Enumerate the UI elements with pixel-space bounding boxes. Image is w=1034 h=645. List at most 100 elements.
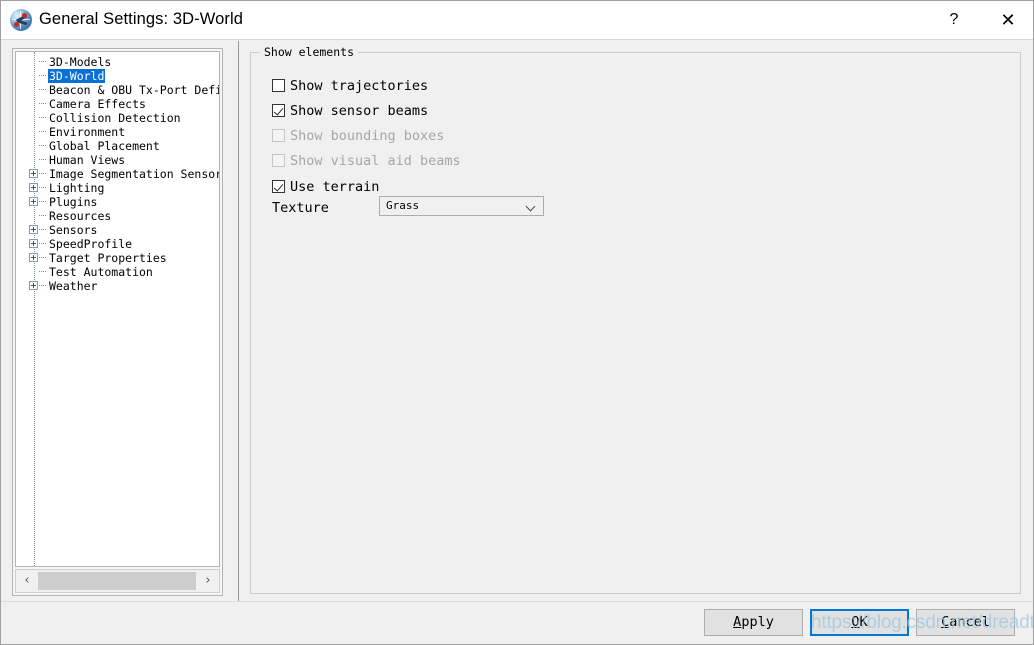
expand-plus-icon[interactable] [29, 225, 38, 234]
tree-connector [39, 103, 46, 105]
checkbox-show-trajectories[interactable]: Show trajectories [272, 77, 428, 95]
settings-tree-panel: 3D-Models 3D-World Beacon & OBU Tx-Port … [12, 48, 223, 596]
tree-item-camera-effects[interactable]: Camera Effects [16, 97, 219, 111]
checkbox-show-sensor-beams[interactable]: Show sensor beams [272, 102, 428, 120]
tree-item-label: Target Properties [49, 251, 167, 265]
ok-button[interactable]: OK [810, 609, 909, 636]
window-title: General Settings: 3D-World [39, 10, 244, 28]
tree-connector [39, 89, 46, 91]
apply-button[interactable]: Apply [704, 609, 803, 636]
tree-item-label: Camera Effects [49, 97, 146, 111]
checkbox-label: Show visual aid beams [290, 153, 461, 169]
checkbox-label: Use terrain [290, 179, 380, 195]
tree-item-human-views[interactable]: Human Views [16, 153, 219, 167]
tree-item-3d-models[interactable]: 3D-Models [16, 55, 219, 69]
tree-item-label: Global Placement [49, 139, 160, 153]
checkbox-use-terrain[interactable]: Use terrain [272, 178, 379, 196]
texture-dropdown[interactable]: Grass [379, 196, 544, 216]
globe-3d-icon [10, 9, 32, 31]
close-button[interactable]: ✕ [985, 1, 1031, 39]
settings-tree[interactable]: 3D-Models 3D-World Beacon & OBU Tx-Port … [15, 51, 220, 567]
tree-connector [39, 75, 46, 77]
texture-label: Texture [272, 200, 329, 216]
tree-connector [39, 243, 46, 245]
tree-item-label: Image Segmentation Sensor [49, 167, 220, 181]
checkbox-show-visual-aid-beams: Show visual aid beams [272, 152, 461, 170]
tree-item-lighting[interactable]: Lighting [16, 181, 219, 195]
expand-plus-icon[interactable] [29, 169, 38, 178]
tree-connector [39, 61, 46, 63]
tree-item-weather[interactable]: Weather [16, 279, 219, 293]
tree-connector [39, 187, 46, 189]
tree-horizontal-scrollbar[interactable]: ‹ › [15, 569, 220, 593]
tree-connector [39, 201, 46, 203]
checkbox-box-icon[interactable] [272, 79, 285, 92]
tree-item-beacon-obu[interactable]: Beacon & OBU Tx-Port Definitio [16, 83, 219, 97]
settings-dialog: General Settings: 3D-World ? ✕ 3D-Models… [0, 0, 1034, 645]
tree-item-label: Collision Detection [49, 111, 181, 125]
show-elements-title: Show elements [260, 45, 359, 59]
tree-item-3d-world[interactable]: 3D-World [16, 69, 219, 83]
tree-connector [39, 145, 46, 147]
checkbox-label: Show sensor beams [290, 103, 429, 119]
tree-items-list: 3D-Models 3D-World Beacon & OBU Tx-Port … [16, 55, 219, 293]
title-bar: General Settings: 3D-World ? ✕ [1, 1, 1033, 40]
tree-connector [39, 271, 46, 273]
tree-connector [39, 117, 46, 119]
tree-item-sensors[interactable]: Sensors [16, 223, 219, 237]
tree-item-speedprofile[interactable]: SpeedProfile [16, 237, 219, 251]
tree-item-label: Lighting [49, 181, 105, 195]
scrollbar-thumb[interactable] [38, 572, 196, 590]
expand-plus-icon[interactable] [29, 239, 38, 248]
tree-connector [39, 173, 46, 175]
tree-item-environment[interactable]: Environment [16, 125, 219, 139]
scroll-left-icon[interactable]: ‹ [16, 570, 38, 592]
checkbox-box-icon [272, 154, 285, 167]
expand-plus-icon[interactable] [29, 183, 38, 192]
tree-item-label: 3D-Models [49, 55, 112, 69]
tree-item-target-properties[interactable]: Target Properties [16, 251, 219, 265]
panel-splitter[interactable] [238, 41, 239, 603]
ok-rest: K [859, 614, 868, 630]
checkbox-show-bounding-boxes: Show bounding boxes [272, 127, 444, 145]
dialog-footer: Apply OK Cancel [1, 601, 1033, 644]
scroll-right-icon[interactable]: › [197, 570, 219, 592]
tree-item-collision-detection[interactable]: Collision Detection [16, 111, 219, 125]
tree-item-label: Weather [49, 279, 98, 293]
tree-item-label: Test Automation [49, 265, 153, 279]
expand-plus-icon[interactable] [29, 197, 38, 206]
tree-item-label: Environment [49, 125, 126, 139]
tree-item-global-placement[interactable]: Global Placement [16, 139, 219, 153]
tree-item-plugins[interactable]: Plugins [16, 195, 219, 209]
help-button[interactable]: ? [931, 1, 977, 39]
close-icon: ✕ [1000, 10, 1016, 30]
tree-item-image-segmentation-sensor[interactable]: Image Segmentation Sensor [16, 167, 219, 181]
tree-item-label: 3D-World [48, 69, 106, 83]
cancel-button[interactable]: Cancel [916, 609, 1015, 636]
expand-plus-icon[interactable] [29, 253, 38, 262]
tree-connector [39, 285, 46, 287]
checkbox-label: Show bounding boxes [290, 128, 445, 144]
tree-connector [39, 229, 46, 231]
checkbox-checked-icon[interactable] [272, 180, 285, 193]
checkbox-checked-icon[interactable] [272, 104, 285, 117]
apply-rest: pply [741, 614, 774, 630]
texture-selected-value: Grass [386, 199, 420, 212]
tree-item-label: Sensors [49, 223, 98, 237]
tree-item-label: Resources [49, 209, 112, 223]
tree-item-label: Plugins [49, 195, 98, 209]
tree-item-test-automation[interactable]: Test Automation [16, 265, 219, 279]
checkbox-label: Show trajectories [290, 78, 429, 94]
checkbox-box-icon [272, 129, 285, 142]
tree-item-resources[interactable]: Resources [16, 209, 219, 223]
ok-accel: O [851, 614, 860, 630]
tree-connector [39, 215, 46, 217]
cancel-rest: ancel [949, 614, 990, 630]
tree-connector [39, 159, 46, 161]
tree-item-label: Human Views [49, 153, 126, 167]
tree-item-label: Beacon & OBU Tx-Port Definitio [49, 83, 220, 97]
chevron-down-icon[interactable] [527, 203, 536, 208]
tree-connector [39, 131, 46, 133]
expand-plus-icon[interactable] [29, 281, 38, 290]
tree-connector [39, 257, 46, 259]
